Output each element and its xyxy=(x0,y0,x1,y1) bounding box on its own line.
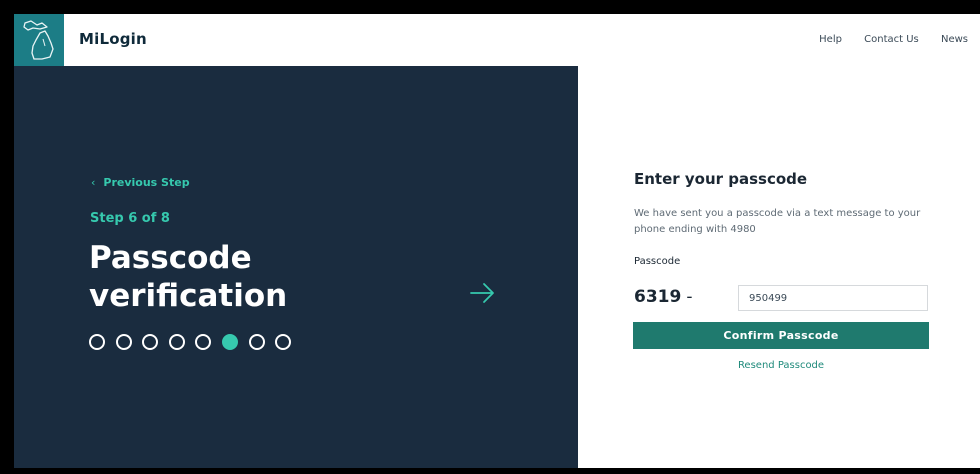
chevron-left-icon: ‹ xyxy=(91,176,96,189)
nav-news-link[interactable]: News xyxy=(941,34,968,45)
arrow-right-icon xyxy=(470,283,494,303)
top-header: MiLogin Help Contact Us News xyxy=(14,14,980,67)
progress-dot xyxy=(115,334,132,350)
step-info-panel: ‹ Previous Step Step 6 of 8 Passcode veri… xyxy=(14,66,578,468)
page-title-line-1: Passcode xyxy=(89,240,252,276)
previous-step-link[interactable]: ‹ Previous Step xyxy=(91,176,190,189)
passcode-prefix: 6319- xyxy=(634,287,692,307)
progress-dot-current xyxy=(221,334,238,350)
michigan-state-icon xyxy=(23,20,54,60)
progress-dot xyxy=(195,334,212,350)
progress-dots xyxy=(89,334,302,352)
passcode-prefix-value: 6319 xyxy=(634,287,682,307)
progress-dot xyxy=(275,334,292,350)
nav-help-link[interactable]: Help xyxy=(819,34,842,45)
previous-step-label: Previous Step xyxy=(103,176,190,189)
progress-dot xyxy=(142,334,159,350)
header-nav: Help Contact Us News xyxy=(800,34,968,45)
logo[interactable] xyxy=(14,14,64,66)
confirm-passcode-button[interactable]: Confirm Passcode xyxy=(633,322,929,349)
passcode-label: Passcode xyxy=(634,256,681,267)
form-description: We have sent you a passcode via a text m… xyxy=(634,208,921,235)
passcode-form: Enter your passcode We have sent you a p… xyxy=(578,66,980,468)
progress-dot xyxy=(168,334,185,350)
page-title: Passcode verification xyxy=(89,239,389,315)
passcode-prefix-separator: - xyxy=(686,287,693,307)
app-window: MiLogin Help Contact Us News ‹ Previous S… xyxy=(14,14,980,468)
resend-passcode-link[interactable]: Resend Passcode xyxy=(633,360,929,371)
page-title-line-2: verification xyxy=(89,278,288,314)
brand-name: MiLogin xyxy=(79,30,147,48)
progress-dot xyxy=(248,334,265,350)
progress-dot xyxy=(89,334,105,350)
form-title: Enter your passcode xyxy=(634,170,808,188)
nav-contact-us-link[interactable]: Contact Us xyxy=(864,34,919,45)
passcode-input[interactable] xyxy=(738,285,928,311)
step-counter: Step 6 of 8 xyxy=(90,211,170,226)
